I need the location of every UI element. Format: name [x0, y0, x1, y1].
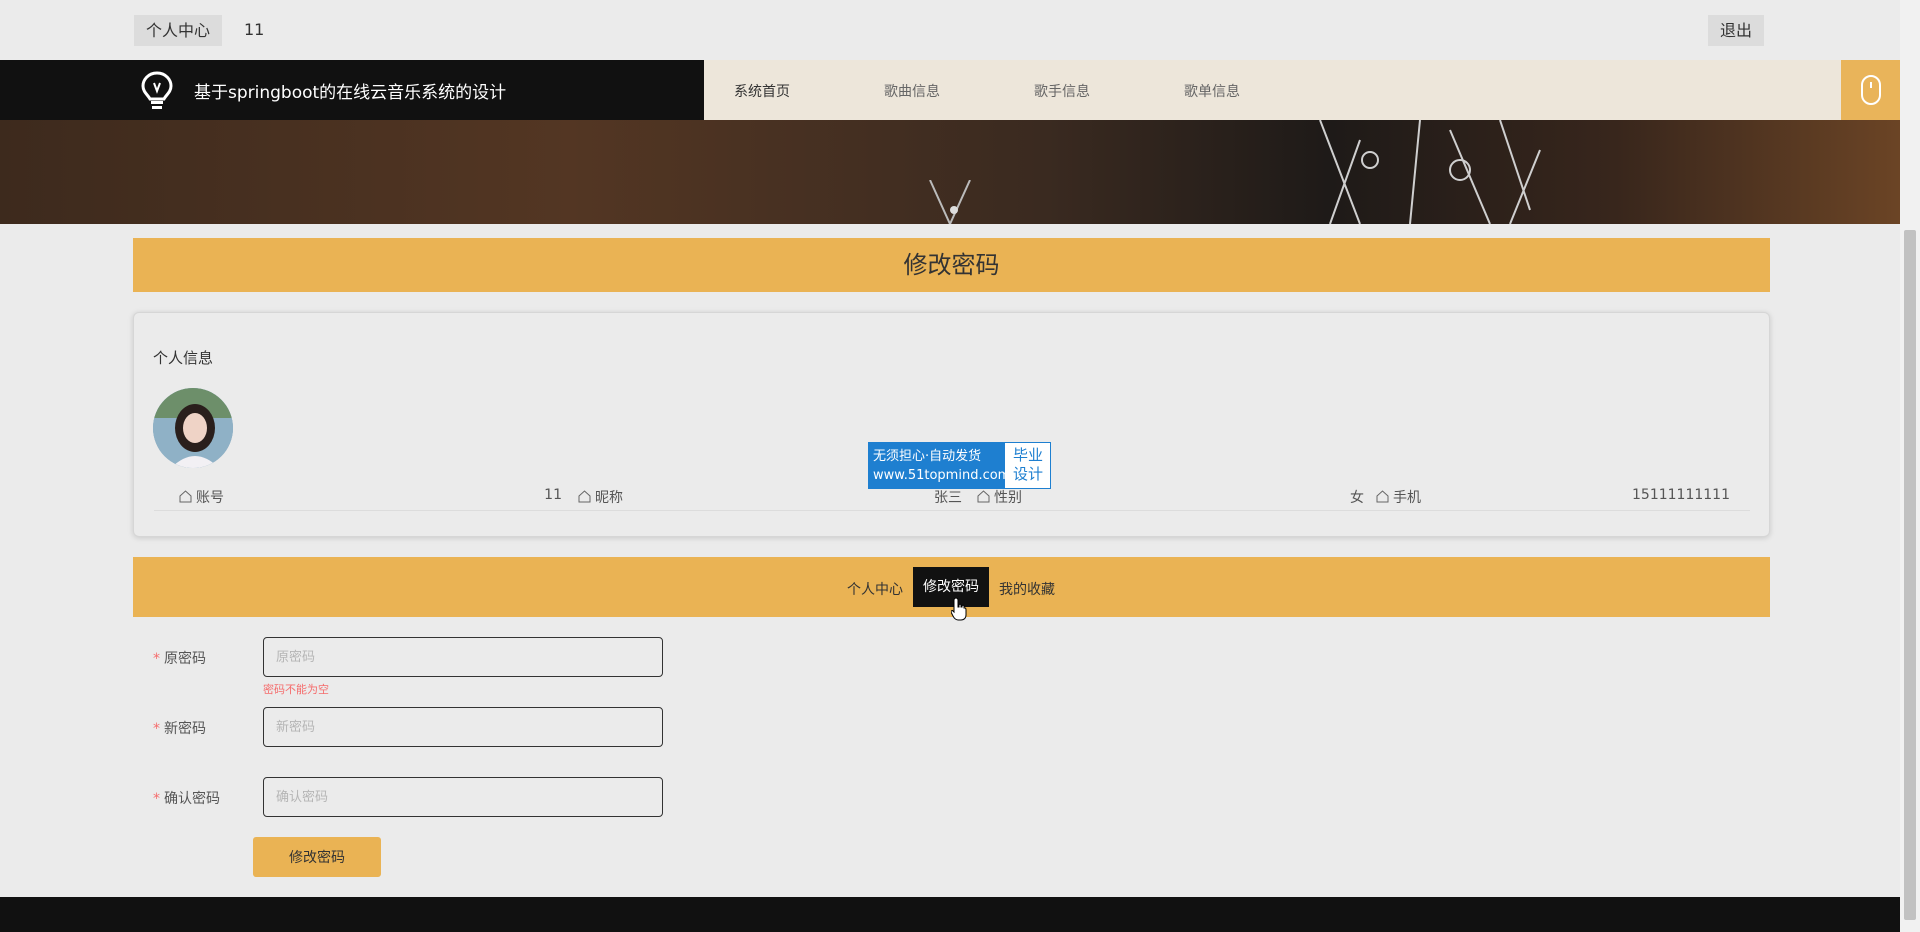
tab-favorites[interactable]: 我的收藏 [999, 579, 1055, 599]
watermark-ad-side: 毕业 设计 [1012, 446, 1043, 483]
scroll-mouse-button[interactable] [1841, 60, 1900, 120]
nav-item-home[interactable]: 系统首页 [734, 81, 790, 101]
home-icon [977, 490, 990, 503]
site-header: 基于springboot的在线云音乐系统的设计 系统首页 歌曲信息 歌手信息 歌… [0, 60, 1900, 120]
new-password-label: * 新密码 [153, 721, 206, 737]
drum-stand-image [929, 180, 971, 224]
field-gender: 性别 [977, 487, 1022, 507]
old-password-error: 密码不能为空 [263, 683, 329, 696]
field-nickname: 昵称 [578, 487, 623, 507]
nav-item-playlists[interactable]: 歌单信息 [1184, 81, 1240, 101]
lightbulb-logo-icon [141, 71, 173, 109]
current-username: 11 [244, 20, 265, 39]
page-title: 修改密码 [133, 238, 1770, 292]
page-scrollbar[interactable] [1900, 0, 1920, 932]
drum-kit-image [1319, 120, 1541, 224]
mouse-icon [1861, 75, 1881, 105]
watermark-ad: 无须担心·自动发货 www.51topmind.com 毕业 设计 [868, 442, 1051, 489]
nav-item-songs[interactable]: 歌曲信息 [884, 81, 940, 101]
home-icon [578, 490, 591, 503]
main-nav: 系统首页 歌曲信息 歌手信息 歌单信息 [704, 60, 1841, 120]
scrollbar-thumb[interactable] [1904, 230, 1916, 920]
profile-card-title: 个人信息 [153, 349, 214, 367]
old-password-label: * 原密码 [153, 651, 206, 667]
home-icon [1376, 490, 1389, 503]
confirm-password-input[interactable] [263, 777, 663, 817]
user-center-link[interactable]: 个人中心 [134, 15, 223, 46]
field-nickname-value: 张三 [934, 490, 962, 506]
nav-item-singers[interactable]: 歌手信息 [1034, 81, 1090, 101]
field-account: 账号 [179, 487, 224, 507]
site-name: 基于springboot的在线云音乐系统的设计 [194, 83, 507, 103]
tab-user-center[interactable]: 个人中心 [847, 579, 903, 599]
profile-card: 个人信息 账号 11 昵称 张三 性别 女 手机 15111111111 [133, 312, 1770, 537]
brand-area: 基于springboot的在线云音乐系统的设计 [0, 60, 704, 120]
avatar-image [153, 388, 233, 468]
old-password-input[interactable] [263, 637, 663, 677]
footer [0, 897, 1900, 932]
confirm-password-label: * 确认密码 [153, 791, 220, 807]
top-bar: 个人中心 11 退出 [0, 0, 1900, 60]
change-password-button[interactable]: 修改密码 [253, 837, 381, 877]
field-phone-value: 15111111111 [1632, 487, 1730, 503]
avatar [153, 388, 233, 468]
field-gender-value: 女 [1350, 490, 1364, 506]
new-password-input[interactable] [263, 707, 663, 747]
home-icon [179, 490, 192, 503]
field-phone: 手机 [1376, 487, 1421, 507]
watermark-ad-text: 无须担心·自动发货 www.51topmind.com [869, 443, 1010, 488]
field-account-value: 11 [544, 487, 562, 503]
logout-button[interactable]: 退出 [1708, 15, 1765, 46]
hero-banner [0, 120, 1900, 224]
hand-cursor-icon [951, 597, 967, 621]
carousel-indicator[interactable] [950, 206, 958, 214]
